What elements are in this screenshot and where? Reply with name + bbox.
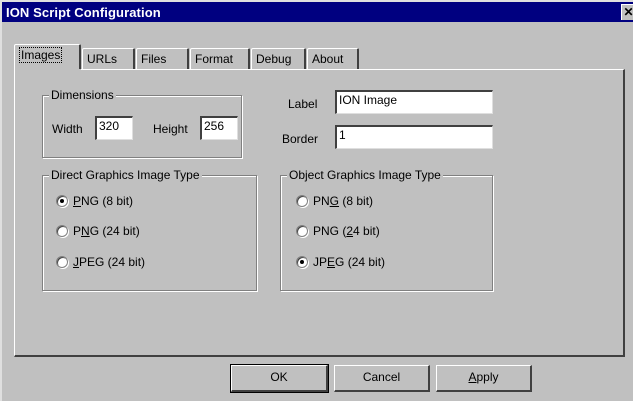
tab-files[interactable]: Files bbox=[136, 48, 189, 70]
tab-label: Files bbox=[141, 52, 167, 66]
tab-label: About bbox=[312, 52, 344, 66]
ok-button[interactable]: OK bbox=[230, 364, 329, 393]
height-field[interactable]: 256 bbox=[200, 116, 238, 140]
tab-about[interactable]: About bbox=[307, 48, 359, 70]
tab-label: URLs bbox=[87, 52, 118, 66]
object-graphics-legend: Object Graphics Image Type bbox=[287, 168, 443, 182]
width-field[interactable]: 320 bbox=[95, 116, 133, 140]
window-title: ION Script Configuration bbox=[6, 5, 161, 20]
active-tab-join bbox=[15, 69, 81, 71]
tab-format[interactable]: Format bbox=[190, 48, 250, 70]
object-graphics-group: Object Graphics Image Type bbox=[280, 168, 493, 291]
cancel-button[interactable]: Cancel bbox=[334, 365, 430, 392]
height-label: Height bbox=[153, 122, 188, 136]
tab-images[interactable]: Images bbox=[14, 44, 81, 71]
radio-button[interactable] bbox=[56, 256, 68, 268]
border-field[interactable]: 1 bbox=[335, 125, 493, 149]
radio-dot bbox=[60, 199, 64, 203]
tab-label: Debug bbox=[256, 52, 292, 66]
radio-button[interactable] bbox=[296, 195, 308, 207]
dialog-window: ION Script Configuration ✕ Images URLs F… bbox=[0, 0, 633, 401]
close-icon[interactable]: ✕ bbox=[621, 4, 633, 20]
border-label: Border bbox=[282, 132, 319, 146]
radio-button[interactable] bbox=[56, 225, 68, 237]
title-bar[interactable]: ION Script Configuration ✕ bbox=[2, 2, 633, 22]
tab-debug[interactable]: Debug bbox=[251, 48, 306, 70]
tab-label: Images bbox=[19, 47, 63, 63]
radio-button-selected[interactable] bbox=[56, 195, 68, 207]
radio-button[interactable] bbox=[296, 225, 308, 237]
apply-button[interactable]: Apply bbox=[436, 365, 532, 392]
radio-button-selected[interactable] bbox=[296, 256, 308, 268]
label-field[interactable]: ION Image bbox=[335, 90, 493, 114]
width-label: Width bbox=[52, 122, 83, 136]
radio-dot bbox=[300, 260, 304, 264]
dimensions-legend: Dimensions bbox=[49, 88, 116, 102]
tab-label: Format bbox=[195, 52, 234, 66]
direct-graphics-legend: Direct Graphics Image Type bbox=[49, 168, 202, 182]
label-label: Label bbox=[288, 97, 318, 111]
tab-urls[interactable]: URLs bbox=[82, 48, 135, 70]
